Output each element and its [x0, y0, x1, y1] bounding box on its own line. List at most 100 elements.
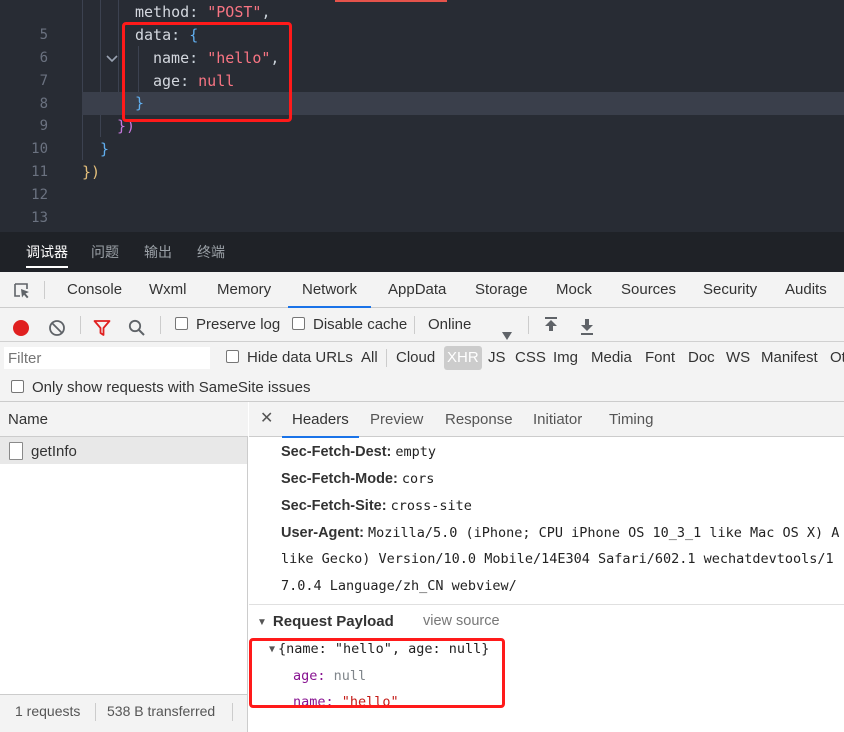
code-line[interactable]: 5 method: "POST",	[0, 1, 844, 43]
divider	[80, 316, 81, 334]
tab-terminal[interactable]: 终端	[197, 232, 225, 272]
tab-network[interactable]: Network	[287, 272, 372, 308]
search-icon[interactable]	[128, 316, 146, 336]
detail-tabs: ✕ Headers Preview Response Initiator Tim…	[249, 402, 844, 438]
header-name: Sec-Fetch-Dest:	[281, 444, 392, 460]
tab-output[interactable]: 输出	[144, 232, 172, 272]
dropdown-arrow-icon[interactable]	[501, 320, 513, 340]
expand-triangle-icon[interactable]: ▼	[269, 637, 275, 663]
filter-type-font[interactable]: Font	[645, 342, 675, 374]
code-line[interactable]: 8 age: null	[0, 70, 844, 112]
expand-triangle-icon[interactable]: ▼	[257, 609, 267, 636]
bottom-panel-tabs: 调试器 问题 输出 终端	[0, 232, 844, 272]
tab-memory[interactable]: Memory	[217, 272, 271, 307]
samesite-checkbox[interactable]: Only show requests with SameSite issues	[11, 374, 310, 402]
hide-data-urls-checkbox[interactable]: Hide data URLs	[226, 342, 353, 374]
record-icon[interactable]	[12, 316, 30, 336]
code-line[interactable]: 7 name: "hello",	[0, 47, 844, 89]
clear-icon[interactable]	[48, 316, 66, 336]
disable-cache-checkbox[interactable]: Disable cache	[292, 308, 407, 341]
filter-type-all[interactable]: All	[361, 342, 378, 374]
header-row: Sec-Fetch-Dest: empty	[281, 438, 436, 465]
code-line[interactable]: 6 data: {	[0, 24, 844, 66]
payload-summary-text: {name: "hello", age: null}	[278, 641, 490, 657]
request-payload-title: Request Payload	[272, 613, 394, 630]
code-editor[interactable]: 5 method: "POST", 6 data: { 7 name: "hel…	[0, 0, 844, 232]
filter-type-js[interactable]: JS	[488, 342, 506, 374]
filter-type-ws[interactable]: WS	[726, 342, 750, 374]
divider	[386, 349, 387, 367]
code-line[interactable]: 13	[0, 184, 844, 226]
code-text: })	[82, 163, 101, 181]
checkbox-box[interactable]	[11, 380, 24, 393]
tab-debugger[interactable]: 调试器	[26, 232, 68, 272]
divider	[414, 316, 415, 334]
filter-type-cloud[interactable]: Cloud	[396, 342, 435, 374]
inspect-element-icon[interactable]	[12, 281, 32, 301]
header-name: User-Agent:	[281, 525, 364, 541]
samesite-label: Only show requests with SameSite issues	[32, 379, 311, 396]
tab-headers[interactable]: Headers	[282, 402, 359, 438]
tab-sources[interactable]: Sources	[621, 272, 676, 307]
code-text: }	[135, 94, 145, 112]
code-line[interactable]: 11 }	[0, 138, 844, 180]
close-icon[interactable]: ✕	[260, 402, 273, 436]
export-har-icon[interactable]	[579, 315, 595, 335]
checkbox-box[interactable]	[292, 317, 305, 330]
tab-console[interactable]: Console	[67, 272, 122, 307]
property-value: null	[333, 668, 367, 684]
preserve-log-label: Preserve log	[196, 316, 281, 333]
tab-response[interactable]: Response	[445, 402, 513, 437]
checkbox-box[interactable]	[226, 350, 239, 363]
filter-type-manifest[interactable]: Manifest	[761, 342, 818, 374]
filter-type-img[interactable]: Img	[553, 342, 578, 374]
filter-input[interactable]	[4, 347, 210, 369]
tab-preview[interactable]: Preview	[370, 402, 423, 437]
divider	[44, 281, 45, 299]
tab-wxml[interactable]: Wxml	[149, 272, 187, 307]
samesite-filter-row: Only show requests with SameSite issues	[0, 374, 844, 402]
line-number: 13	[31, 210, 48, 226]
request-name: getInfo	[31, 443, 77, 460]
filter-bar: Hide data URLs All Cloud XHR JS CSS Img …	[0, 342, 844, 374]
tab-mock[interactable]: Mock	[556, 272, 592, 307]
property-key: age	[293, 668, 318, 684]
devtools-tabs: Console Wxml Memory Network AppData Stor…	[0, 272, 844, 308]
throttling-select[interactable]: Online	[428, 308, 471, 341]
header-value-continued: like Gecko) Version/10.0 Mobile/14E304 S…	[281, 551, 834, 567]
line-number: 8	[39, 96, 48, 112]
tab-problems[interactable]: 问题	[91, 232, 119, 272]
filter-type-media[interactable]: Media	[591, 342, 632, 374]
section-divider	[249, 604, 844, 605]
file-icon	[9, 442, 23, 460]
tab-timing[interactable]: Timing	[609, 402, 653, 437]
name-column-header[interactable]: Name	[0, 402, 248, 437]
payload-property: name: "hello"	[293, 694, 399, 710]
filter-type-xhr[interactable]: XHR	[444, 346, 482, 370]
filter-type-css[interactable]: CSS	[515, 342, 546, 374]
payload-object-summary[interactable]: ▼ {name: "hello", age: null}	[269, 636, 489, 663]
view-source-link[interactable]: view source	[423, 608, 500, 635]
tab-audits[interactable]: Audits	[785, 272, 827, 307]
code-line[interactable]: 12 })	[0, 161, 844, 203]
code-line[interactable]: 10 })	[0, 115, 844, 157]
request-count: 1 requests	[15, 703, 81, 719]
preserve-log-checkbox[interactable]: Preserve log	[175, 308, 280, 341]
request-row[interactable]: getInfo	[0, 437, 247, 464]
throttling-value: Online	[428, 316, 472, 333]
transferred-size: 538 B transferred	[107, 703, 216, 719]
tab-security[interactable]: Security	[703, 272, 757, 307]
import-har-icon[interactable]	[543, 315, 559, 335]
payload-property: age: null	[293, 668, 367, 684]
request-payload-header[interactable]: ▼ Request Payload	[257, 608, 394, 635]
checkbox-box[interactable]	[175, 317, 188, 330]
filter-icon[interactable]	[93, 316, 111, 336]
tab-appdata[interactable]: AppData	[388, 272, 446, 307]
tab-initiator[interactable]: Initiator	[533, 402, 582, 437]
tab-storage[interactable]: Storage	[475, 272, 528, 307]
divider	[232, 703, 233, 721]
code-text: name: "hello",	[153, 49, 280, 67]
filter-type-doc[interactable]: Doc	[688, 342, 715, 374]
filter-type-other[interactable]: Ot	[830, 342, 844, 374]
code-line-current[interactable]: 9 }	[40, 92, 844, 134]
